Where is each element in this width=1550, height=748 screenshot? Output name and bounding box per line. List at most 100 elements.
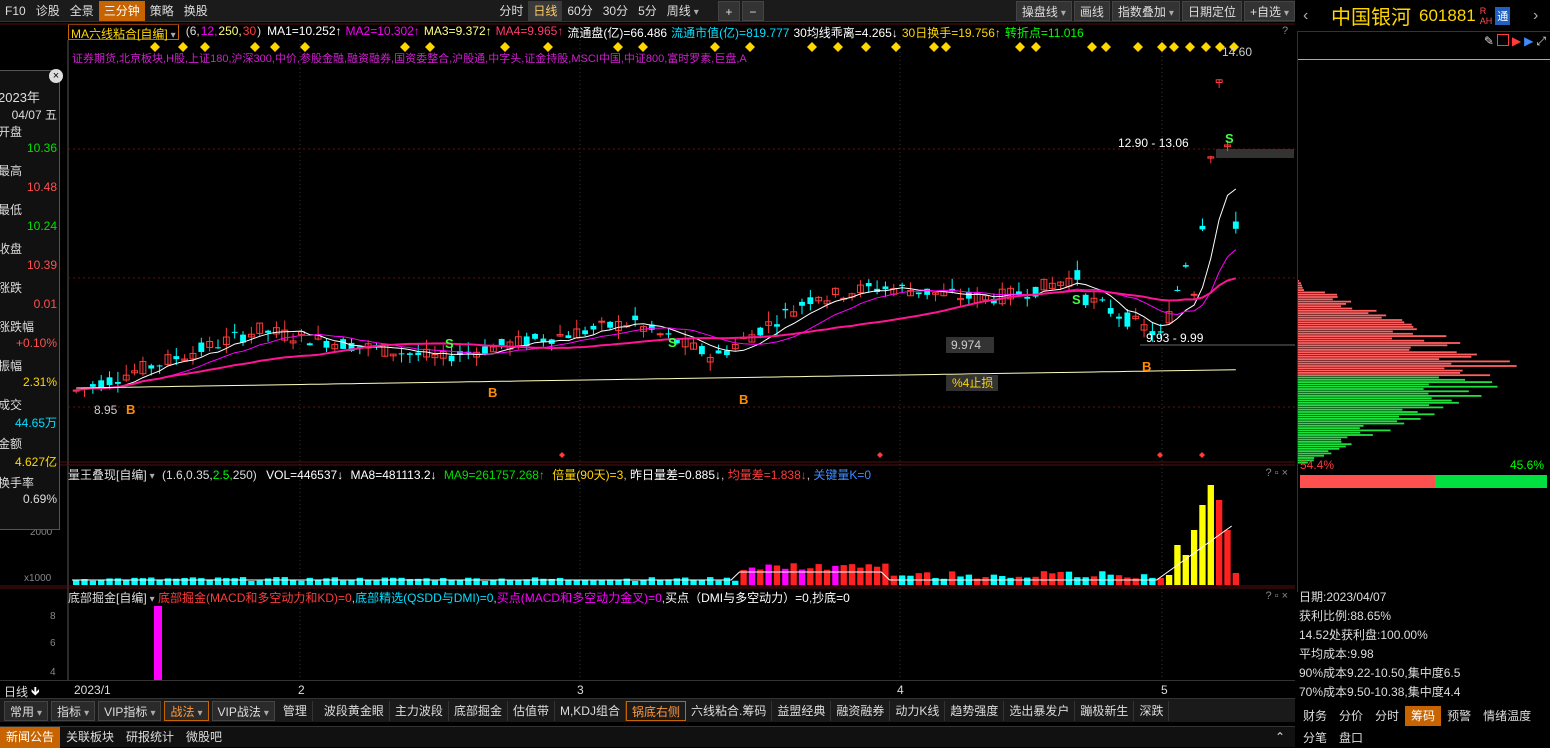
period-weekly-dropdown[interactable]: 周线 xyxy=(662,1,704,21)
right-tab[interactable]: 筹码 xyxy=(1405,706,1442,726)
group-tactics[interactable]: 战法 xyxy=(164,700,209,721)
period-daily[interactable]: 日线 xyxy=(528,0,563,21)
period-intraday[interactable]: 分时 xyxy=(494,1,528,21)
period-30m[interactable]: 30分 xyxy=(598,1,633,21)
volume-bar xyxy=(148,577,155,585)
close-icon[interactable]: × xyxy=(49,69,63,83)
chip-bar xyxy=(1298,418,1421,420)
volume-bar xyxy=(715,580,722,585)
blue-flag-icon[interactable]: ▶ xyxy=(1524,34,1533,49)
zoom-out-button[interactable]: − xyxy=(741,0,764,21)
tab-strategy[interactable]: 策略 xyxy=(145,1,179,21)
indicator-tab[interactable]: 主力波段 xyxy=(390,700,449,721)
bottom-indicator-dropdown[interactable]: 底部掘金[自编] xyxy=(68,591,155,605)
next-stock-icon[interactable]: › xyxy=(1533,7,1538,25)
chip-bar xyxy=(1298,372,1460,374)
prev-stock-icon[interactable]: ‹ xyxy=(1303,7,1308,25)
volume-indicator-dropdown[interactable]: 量王叠现[自编] xyxy=(68,468,155,482)
draw-line-button[interactable]: 画线 xyxy=(1073,0,1110,21)
x-tick-may: 5 xyxy=(1161,683,1168,697)
chip-bar xyxy=(1298,447,1340,450)
volume-panel-controls[interactable]: ? ▫ × xyxy=(1265,467,1288,479)
low-price-label: 8.95 xyxy=(94,403,118,417)
volume-bar xyxy=(765,564,772,585)
calendar-icon[interactable] xyxy=(1496,34,1509,46)
tab-f10[interactable]: F10 xyxy=(0,1,31,21)
manage-button[interactable]: 管理 xyxy=(278,700,313,721)
collapse-icon[interactable]: ⌃ xyxy=(1275,730,1295,744)
quote-label: 振幅 xyxy=(0,359,23,373)
tab-diagnose[interactable]: 诊股 xyxy=(31,1,65,21)
volume-bars xyxy=(72,485,1239,585)
volume-bar xyxy=(456,580,464,585)
right-tab-2[interactable]: 盘口 xyxy=(1333,729,1369,746)
candle-body xyxy=(799,301,805,306)
zoom-in-button[interactable]: + xyxy=(717,0,740,21)
tab-switch-stock[interactable]: 换股 xyxy=(179,1,213,21)
indicator-tab[interactable]: 波段黄金眼 xyxy=(319,700,390,721)
index-overlay-dropdown[interactable]: 指数叠加 xyxy=(1111,0,1180,21)
quote-value: 10.36 xyxy=(26,141,57,155)
chip-bar xyxy=(1298,411,1418,413)
right-tab-2[interactable]: 分笔 xyxy=(1297,729,1333,746)
period-5m[interactable]: 5分 xyxy=(633,1,662,21)
chip-bar xyxy=(1298,284,1302,287)
indicator-tab[interactable]: 蹦极新生 xyxy=(1075,700,1135,721)
signal-diamond-small xyxy=(877,452,883,458)
indicator-tab[interactable]: 益盟经典 xyxy=(772,700,832,721)
add-watchlist-dropdown[interactable]: +自选 xyxy=(1243,0,1295,21)
indicator-tab[interactable]: 估值带 xyxy=(508,700,555,721)
tab-overview[interactable]: 全景 xyxy=(65,1,99,21)
top-toolbar: F10 诊股 全景 三分钟 策略 换股 分时 日线 60分 30分 5分 周线 … xyxy=(0,0,1295,22)
indicator-tab[interactable]: 底部掘金 xyxy=(449,700,508,721)
right-tab[interactable]: 财务 xyxy=(1297,706,1333,726)
indicator-tab[interactable]: 选出暴发户 xyxy=(1004,700,1076,721)
group-common[interactable]: 常用 xyxy=(4,700,49,721)
indicator-tab[interactable]: 趋势强度 xyxy=(945,700,1005,721)
group-vip-tactics[interactable]: VIP战法 xyxy=(211,700,275,721)
chip-cost-70: 70%成本9.50-10.38,集中度4.4 xyxy=(1299,685,1461,699)
red-flag-icon[interactable]: ▶ xyxy=(1512,34,1521,49)
volume-bar xyxy=(139,578,147,585)
candle-body xyxy=(807,297,814,305)
chip-bar xyxy=(1298,424,1364,427)
tab-three-minutes[interactable]: 三分钟 xyxy=(98,0,145,21)
group-indicators[interactable]: 指标 xyxy=(51,700,96,721)
news-tab[interactable]: 新闻公告 xyxy=(0,726,61,748)
quote-label: 收盘 xyxy=(0,242,23,256)
pen-icon[interactable]: ✎ xyxy=(1484,34,1494,49)
volume-bar xyxy=(348,580,355,585)
indicator-tab[interactable]: 六线粘合.筹码 xyxy=(686,700,773,721)
volume-bar xyxy=(306,577,313,585)
period-60m[interactable]: 60分 xyxy=(562,1,597,21)
volume-bar xyxy=(114,578,122,585)
indicator-tab[interactable]: 融资融券 xyxy=(831,700,891,721)
chip-bar xyxy=(1298,401,1459,404)
news-tab[interactable]: 微股吧 xyxy=(180,727,228,748)
expand-icon[interactable]: ⤢ xyxy=(1536,34,1546,49)
bottom-panel-controls[interactable]: ? ▫ × xyxy=(1265,590,1288,602)
quote-value: 10.39 xyxy=(26,258,57,272)
candle-body xyxy=(865,283,872,287)
right-tab[interactable]: 情绪温度 xyxy=(1477,706,1537,726)
indicator-tab[interactable]: 动力K线 xyxy=(890,700,946,721)
chip-bar xyxy=(1298,399,1452,402)
right-tab[interactable]: 分价 xyxy=(1333,706,1369,726)
candle-body xyxy=(598,320,606,323)
candle-body xyxy=(148,365,155,369)
indicator-tab[interactable]: 深跌 xyxy=(1134,700,1170,721)
trade-line-dropdown[interactable]: 操盘线 xyxy=(1015,0,1072,21)
indicator-tab[interactable]: 锅底右侧 xyxy=(625,700,686,721)
chip-bar xyxy=(1298,355,1472,358)
volume-bar xyxy=(248,580,255,585)
volume-bar xyxy=(1099,571,1106,585)
group-vip-indicators[interactable]: VIP指标 xyxy=(98,700,162,721)
right-tab[interactable]: 预警 xyxy=(1441,706,1477,726)
date-locate-button[interactable]: 日期定位 xyxy=(1181,0,1242,21)
chip-bar xyxy=(1298,445,1346,448)
news-tab[interactable]: 研报统计 xyxy=(120,727,180,748)
indicator-tab[interactable]: M,KDJ组合 xyxy=(555,700,626,721)
right-tab[interactable]: 分时 xyxy=(1369,706,1405,726)
news-tab[interactable]: 关联板块 xyxy=(60,727,120,748)
quote-value: 0.01 xyxy=(33,297,57,311)
